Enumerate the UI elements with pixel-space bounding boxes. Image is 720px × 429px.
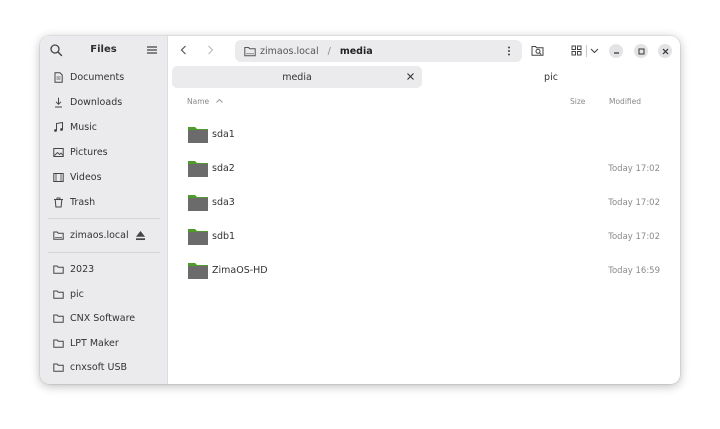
sidebar-item-label: Trash: [70, 196, 96, 208]
tab-bar: media pic: [172, 66, 676, 88]
download-icon: [55, 97, 62, 107]
folder-icon: [188, 161, 208, 177]
sidebar-item-network[interactable]: zimaos.local: [48, 224, 160, 246]
folder-icon: [53, 265, 64, 274]
tab-pic[interactable]: pic: [426, 66, 676, 88]
sidebar-item-label: Videos: [70, 171, 102, 183]
sidebar-item-label: cnxsoft USB: [70, 361, 128, 373]
grid-view-icon[interactable]: [570, 44, 583, 57]
file-modified: Today 16:59: [608, 266, 660, 276]
file-name: ZimaOS-HD: [212, 265, 268, 276]
sidebar-item-videos[interactable]: Videos: [48, 166, 160, 188]
file-modified: Today 17:02: [608, 164, 660, 174]
picture-icon: [53, 147, 64, 157]
sidebar-header: Files: [40, 36, 167, 64]
folder-icon: [53, 339, 64, 348]
file-row[interactable]: ZimaOS-HD Today 16:59: [184, 259, 664, 285]
folder-icon: [53, 314, 64, 323]
sidebar-item-label: Pictures: [70, 146, 108, 158]
file-name: sdb1: [212, 231, 236, 242]
file-modified: Today 17:02: [608, 232, 660, 242]
path-segment-host[interactable]: zimaos.local: [260, 46, 319, 57]
column-header-name[interactable]: Name: [187, 97, 224, 106]
close-icon[interactable]: [406, 72, 415, 81]
sidebar-separator: [48, 218, 160, 219]
minimize-button[interactable]: [609, 44, 623, 58]
path-segment-current[interactable]: media: [340, 46, 373, 57]
sidebar-item-trash[interactable]: Trash: [48, 191, 160, 213]
back-arrow-icon[interactable]: [178, 44, 190, 56]
network-folder-icon: [53, 231, 64, 240]
close-icon: [662, 48, 668, 54]
tab-media[interactable]: media: [172, 66, 422, 88]
file-name: sda1: [212, 129, 235, 140]
sidebar-bookmark-2023[interactable]: 2023: [48, 258, 160, 280]
network-folder-icon: [244, 46, 256, 56]
sidebar-item-music[interactable]: Music: [48, 116, 160, 138]
file-modified: Today 17:02: [608, 198, 660, 208]
folder-icon: [188, 127, 208, 143]
sidebar-bookmark-lpt-maker[interactable]: LPT Maker: [48, 332, 160, 354]
tab-label: pic: [544, 71, 558, 83]
sidebar-bookmark-pic[interactable]: pic: [48, 283, 160, 305]
sidebar-item-label: zimaos.local: [70, 229, 129, 241]
file-manager-window: Files Documents Downloads Music Pictures…: [40, 36, 680, 384]
folder-icon: [53, 363, 64, 372]
sort-ascending-icon: [215, 98, 223, 103]
minimize-icon: [613, 51, 619, 54]
chevron-down-icon[interactable]: [589, 44, 600, 57]
file-row[interactable]: sda2 Today 17:02: [184, 157, 664, 183]
kebab-menu-icon[interactable]: [504, 45, 514, 57]
sidebar-item-label: pic: [70, 288, 84, 300]
sidebar-item-label: Documents: [70, 71, 125, 83]
path-separator: /: [327, 45, 331, 57]
path-bar[interactable]: zimaos.local / media: [235, 40, 522, 62]
maximize-icon: [638, 48, 644, 54]
file-row[interactable]: sdb1 Today 17:02: [184, 225, 664, 251]
tab-label: media: [282, 71, 312, 83]
sidebar-item-label: LPT Maker: [70, 337, 119, 349]
column-header-size[interactable]: Size: [570, 97, 585, 106]
sidebar-item-downloads[interactable]: Downloads: [48, 91, 160, 113]
file-row[interactable]: sda3 Today 17:02: [184, 191, 664, 217]
eject-icon[interactable]: [135, 230, 146, 241]
file-name: sda2: [212, 163, 235, 174]
toolbar-separator: [586, 45, 587, 57]
music-icon: [54, 121, 63, 132]
column-header-modified[interactable]: Modified: [609, 97, 641, 106]
file-row[interactable]: sda1: [184, 123, 664, 149]
folder-icon: [188, 195, 208, 211]
folder-icon: [188, 229, 208, 245]
sidebar-item-label: Music: [70, 121, 98, 133]
trash-icon: [54, 197, 63, 207]
folder-icon: [188, 263, 208, 279]
sidebar-item-pictures[interactable]: Pictures: [48, 141, 160, 163]
forward-arrow-icon[interactable]: [204, 44, 216, 56]
header-bar: zimaos.local / media: [168, 36, 680, 66]
maximize-button[interactable]: [634, 44, 648, 58]
video-icon: [53, 172, 64, 182]
folder-icon: [53, 290, 64, 299]
sidebar-separator: [48, 252, 160, 253]
sidebar-item-label: 2023: [70, 263, 95, 275]
sidebar-bookmark-cnxsoft-usb[interactable]: cnxsoft USB: [48, 356, 160, 378]
hamburger-menu-icon[interactable]: [146, 44, 158, 56]
sidebar-item-documents[interactable]: Documents: [48, 66, 160, 88]
document-icon: [54, 71, 63, 83]
content-area: zimaos.local / media media pic Name Size…: [168, 36, 680, 384]
close-window-button[interactable]: [658, 44, 672, 58]
search-folder-icon[interactable]: [531, 44, 544, 57]
sidebar-item-label: Downloads: [70, 96, 123, 108]
sidebar: Files Documents Downloads Music Pictures…: [40, 36, 168, 384]
sidebar-bookmark-cnx-software[interactable]: CNX Software: [48, 307, 160, 329]
sidebar-item-label: CNX Software: [70, 312, 136, 324]
file-name: sda3: [212, 197, 235, 208]
